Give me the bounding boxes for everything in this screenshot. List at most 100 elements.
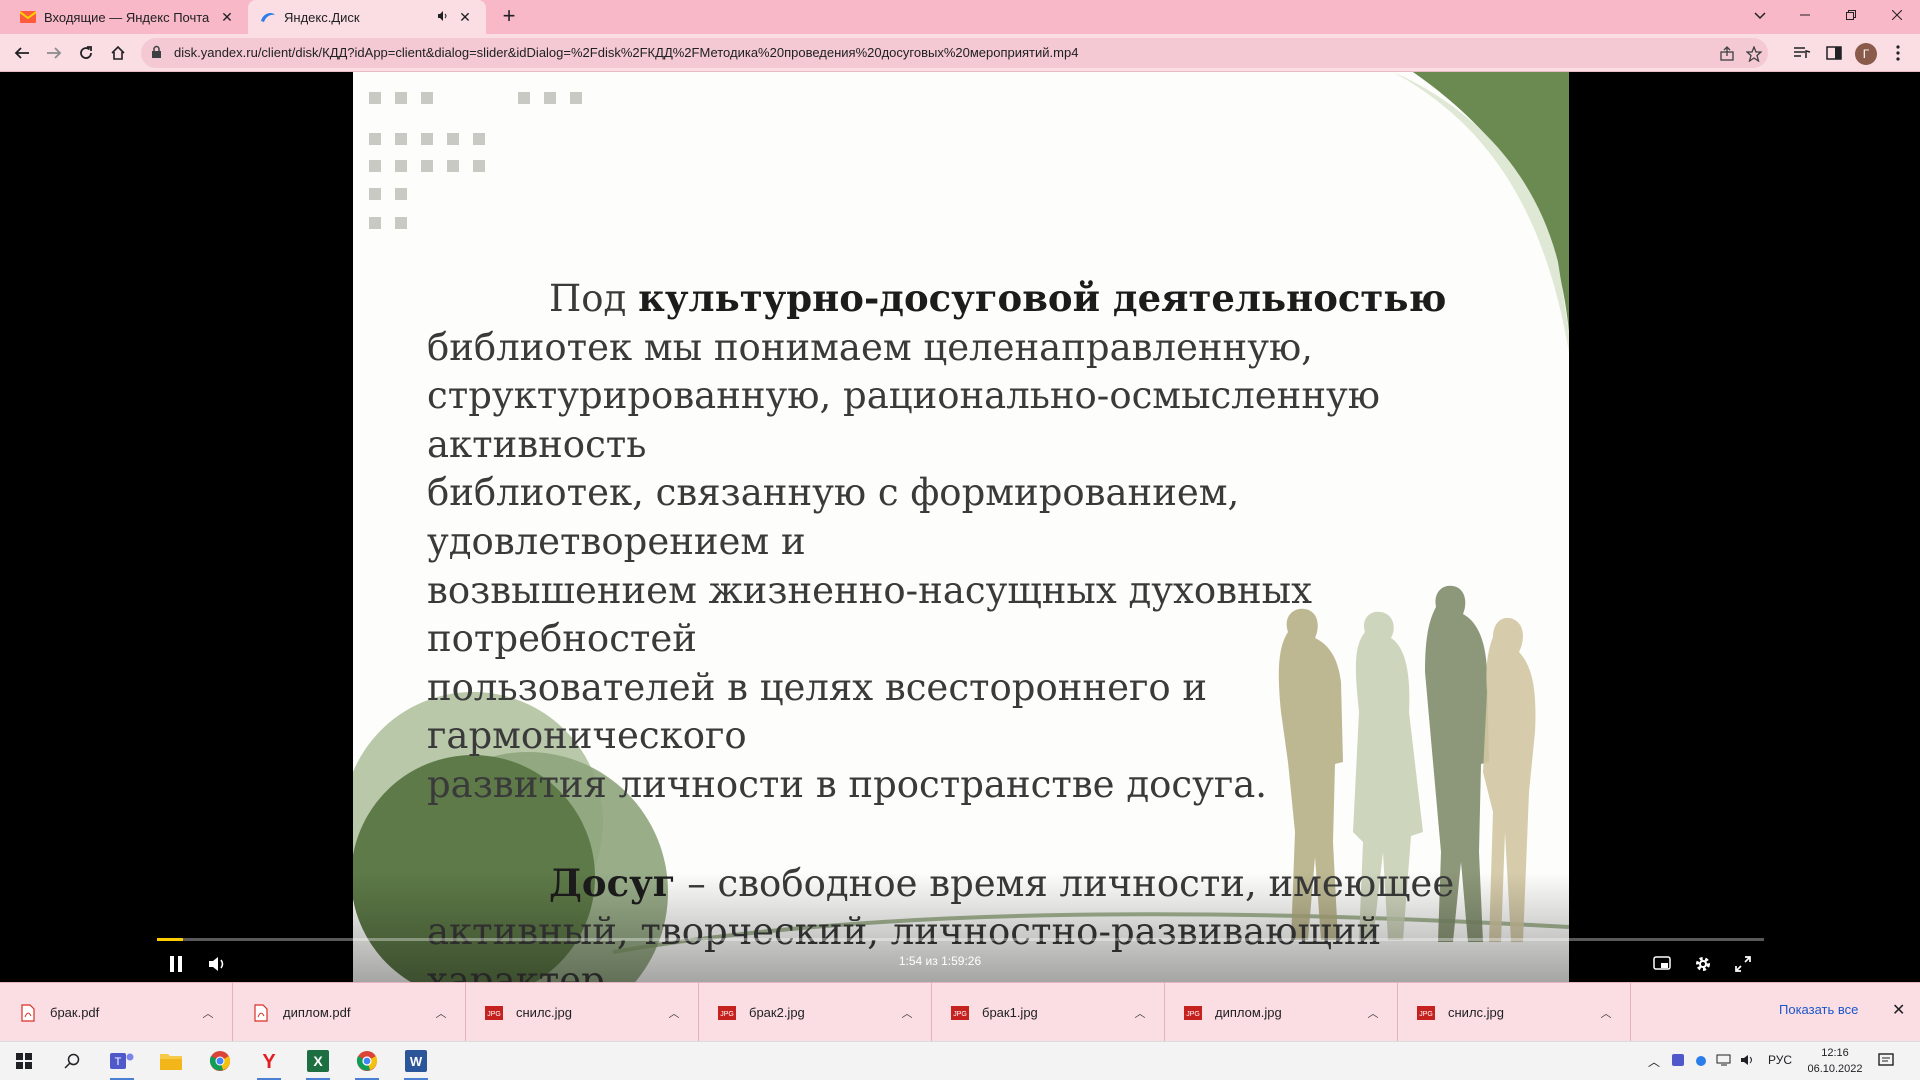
- speaker-icon[interactable]: [434, 10, 452, 25]
- slide-line: возвышением жизненно-насущных духовных п…: [427, 568, 1313, 661]
- slide-line: активный, творческий, личностно-развиваю…: [427, 910, 1382, 982]
- chevron-up-icon[interactable]: ︿: [1363, 1005, 1383, 1021]
- fullscreen-icon[interactable]: [1727, 948, 1759, 980]
- download-item[interactable]: брак.pdf ︿: [0, 983, 233, 1042]
- show-all-downloads-link[interactable]: Показать все: [1779, 1002, 1858, 1017]
- download-item[interactable]: JPG брак1.jpg ︿: [932, 983, 1165, 1042]
- system-clock[interactable]: 12:16 06.10.2022: [1800, 1045, 1870, 1077]
- tab-strip: Входящие — Яндекс Почта ✕ Яндекс.Диск ✕ …: [0, 0, 1920, 34]
- file-explorer-icon[interactable]: [155, 1046, 187, 1076]
- pdf-file-icon: [19, 1003, 37, 1023]
- svg-text:JPG: JPG: [487, 1011, 501, 1018]
- download-item[interactable]: JPG снилс.jpg ︿: [1398, 983, 1631, 1042]
- jpg-file-icon: JPG: [718, 1003, 736, 1023]
- tab-close-icon[interactable]: ✕: [456, 8, 474, 26]
- jpg-file-icon: JPG: [1184, 1003, 1202, 1023]
- chevron-down-icon[interactable]: [1748, 4, 1772, 28]
- chevron-up-icon[interactable]: ︿: [897, 1005, 917, 1021]
- lock-icon[interactable]: [151, 45, 162, 64]
- language-indicator[interactable]: РУС: [1768, 1053, 1792, 1067]
- reload-icon[interactable]: [72, 39, 100, 67]
- tab-title: Яндекс.Диск: [284, 9, 360, 25]
- slide-line: пользователей в целях всестороннего и га…: [427, 665, 1208, 758]
- close-window-button[interactable]: [1874, 0, 1920, 30]
- cloud-icon[interactable]: [1694, 1053, 1708, 1070]
- download-item[interactable]: диплом.pdf ︿: [233, 983, 466, 1042]
- download-item[interactable]: JPG диплом.jpg ︿: [1165, 983, 1398, 1042]
- minimize-button[interactable]: [1782, 0, 1828, 30]
- side-panel-icon[interactable]: [1822, 41, 1846, 65]
- word-icon[interactable]: W: [400, 1046, 432, 1080]
- tab-close-icon[interactable]: ✕: [218, 8, 236, 26]
- progress-fill: [157, 938, 183, 941]
- chevron-up-icon[interactable]: ︿: [1130, 1005, 1150, 1021]
- tab-yandex-mail[interactable]: Входящие — Яндекс Почта ✕: [8, 0, 248, 34]
- notifications-icon[interactable]: [1878, 1053, 1894, 1072]
- yandex-browser-icon[interactable]: Y: [253, 1046, 285, 1080]
- address-bar[interactable]: disk.yandex.ru/client/disk/КДД?idApp=cli…: [141, 38, 1768, 68]
- chevron-up-icon[interactable]: ︿: [431, 1005, 451, 1021]
- tab-title: Входящие — Яндекс Почта: [44, 9, 210, 25]
- kebab-menu-icon[interactable]: [1886, 41, 1910, 65]
- video-frame[interactable]: Под культурно-досуговой деятельностью би…: [353, 72, 1569, 982]
- jpg-file-icon: JPG: [951, 1003, 969, 1023]
- chevron-up-icon[interactable]: ︿: [1596, 1005, 1616, 1021]
- svg-text:W: W: [410, 1054, 423, 1069]
- chrome-profile-icon[interactable]: [351, 1046, 383, 1080]
- yandex-mail-icon: [20, 9, 36, 25]
- svg-text:X: X: [313, 1053, 323, 1069]
- settings-gear-icon[interactable]: [1687, 948, 1719, 980]
- picture-in-picture-icon[interactable]: [1646, 948, 1678, 980]
- progress-bar[interactable]: [157, 938, 1764, 941]
- video-player[interactable]: Под культурно-досуговой деятельностью би…: [0, 72, 1920, 982]
- tab-yandex-disk[interactable]: Яндекс.Диск ✕: [248, 0, 486, 34]
- excel-icon[interactable]: X: [302, 1046, 334, 1080]
- restore-button[interactable]: [1828, 0, 1874, 30]
- slide-paragraph-1-line-1: Под культурно-досуговой деятельностью: [549, 276, 1447, 320]
- svg-text:JPG: JPG: [953, 1011, 967, 1018]
- slide-line: библиотек, связанную с формированием, уд…: [427, 471, 1240, 563]
- yandex-disk-icon: [260, 9, 276, 25]
- home-icon[interactable]: [104, 39, 132, 67]
- downloads-bar: брак.pdf ︿ диплом.pdf ︿ JPG снилс.jpg ︿ …: [0, 982, 1920, 1042]
- pause-button[interactable]: [160, 948, 192, 980]
- profile-avatar[interactable]: Г: [1855, 43, 1877, 65]
- svg-text:JPG: JPG: [1186, 1011, 1200, 1018]
- chrome-icon[interactable]: [204, 1046, 236, 1076]
- timecode: 1:54 из 1:59:26: [898, 954, 982, 968]
- slide-line: развития личности в пространстве досуга.: [427, 762, 1268, 806]
- slide-line: структурированную, рационально-осмысленн…: [427, 374, 1380, 466]
- chevron-up-icon[interactable]: ︿: [664, 1005, 684, 1021]
- star-icon[interactable]: [1743, 43, 1765, 65]
- url-text: disk.yandex.ru/client/disk/КДД?idApp=cli…: [174, 45, 1079, 60]
- forward-icon[interactable]: [40, 39, 68, 67]
- slide-line: библиотек мы понимаем целенаправленную,: [427, 325, 1313, 369]
- network-icon[interactable]: [1716, 1053, 1732, 1070]
- download-item[interactable]: JPG брак2.jpg ︿: [699, 983, 932, 1042]
- volume-icon[interactable]: [201, 948, 233, 980]
- slide-paragraph-2-line-1: Досуг – свободное время личности, имеюще…: [549, 860, 1455, 905]
- browser-toolbar: disk.yandex.ru/client/disk/КДД?idApp=cli…: [0, 34, 1920, 72]
- download-item[interactable]: JPG снилс.jpg ︿: [466, 983, 699, 1042]
- slide-text: Под культурно-досуговой деятельностью би…: [427, 274, 1537, 982]
- new-tab-button[interactable]: +: [496, 5, 522, 29]
- volume-icon[interactable]: [1740, 1053, 1756, 1070]
- search-icon[interactable]: [56, 1046, 88, 1076]
- windows-taskbar: T Y X W ︿ РУС 12:16 06.10.2022: [0, 1041, 1920, 1080]
- teams-tray-icon[interactable]: [1672, 1053, 1686, 1070]
- share-icon[interactable]: [1716, 43, 1738, 65]
- chevron-up-icon[interactable]: ︿: [198, 1005, 218, 1021]
- svg-text:Y: Y: [262, 1051, 276, 1072]
- chevron-up-icon[interactable]: ︿: [1648, 1053, 1660, 1070]
- teams-icon[interactable]: T: [106, 1046, 138, 1080]
- back-icon[interactable]: [8, 39, 36, 67]
- close-icon[interactable]: ✕: [1892, 1000, 1905, 1020]
- jpg-file-icon: JPG: [485, 1003, 503, 1023]
- windows-start-icon[interactable]: [8, 1046, 40, 1076]
- svg-text:JPG: JPG: [720, 1011, 734, 1018]
- svg-text:T: T: [115, 1056, 122, 1068]
- media-control-icon[interactable]: [1790, 41, 1814, 65]
- jpg-file-icon: JPG: [1417, 1003, 1435, 1023]
- pdf-file-icon: [252, 1003, 270, 1023]
- svg-text:JPG: JPG: [1419, 1011, 1433, 1018]
